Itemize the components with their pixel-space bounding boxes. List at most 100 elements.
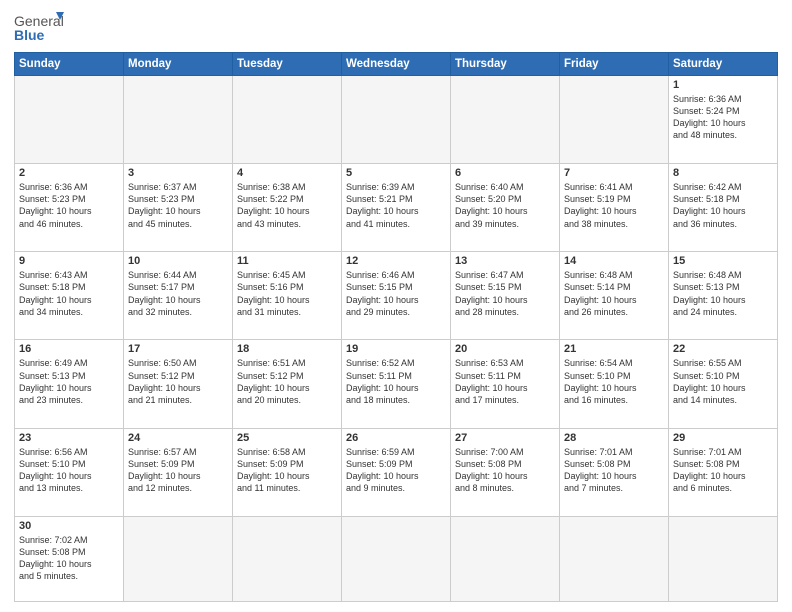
- calendar-cell: 11Sunrise: 6:45 AMSunset: 5:16 PMDayligh…: [233, 252, 342, 340]
- day-info: Sunrise: 6:40 AMSunset: 5:20 PMDaylight:…: [455, 181, 555, 230]
- calendar-cell: 22 Sunrise: 6:55 AMSunset: 5:10 PMDayligh…: [669, 340, 778, 428]
- calendar-cell: 20 Sunrise: 6:53 AMSunset: 5:11 PMDayligh…: [451, 340, 560, 428]
- week-row-1: 2Sunrise: 6:36 AMSunset: 5:23 PMDaylight…: [15, 164, 778, 252]
- day-info: Sunrise: 6:53 AMSunset: 5:11 PMDaylight:…: [455, 357, 555, 406]
- weekday-sunday: Sunday: [15, 53, 124, 76]
- day-info: Sunrise: 6:37 AMSunset: 5:23 PMDaylight:…: [128, 181, 228, 230]
- calendar-cell: 10Sunrise: 6:44 AMSunset: 5:17 PMDayligh…: [124, 252, 233, 340]
- header: General Blue: [14, 10, 778, 46]
- calendar-cell: 6 Sunrise: 6:40 AMSunset: 5:20 PMDaylight…: [451, 164, 560, 252]
- day-number: 30: [19, 520, 119, 532]
- calendar-cell: 21 Sunrise: 6:54 AMSunset: 5:10 PMDayligh…: [560, 340, 669, 428]
- day-info: Sunrise: 7:00 AMSunset: 5:08 PMDaylight:…: [455, 446, 555, 495]
- calendar-cell: 30 Sunrise: 7:02 AMSunset: 5:08 PMDayligh…: [15, 516, 124, 601]
- day-info: Sunrise: 6:49 AMSunset: 5:13 PMDaylight:…: [19, 357, 119, 406]
- day-number: 23: [19, 432, 119, 444]
- calendar-cell: 9Sunrise: 6:43 AMSunset: 5:18 PMDaylight…: [15, 252, 124, 340]
- day-info: Sunrise: 6:55 AMSunset: 5:10 PMDaylight:…: [673, 357, 773, 406]
- calendar-cell: 3 Sunrise: 6:37 AMSunset: 5:23 PMDaylight…: [124, 164, 233, 252]
- day-number: 22: [673, 343, 773, 355]
- day-info: Sunrise: 6:46 AMSunset: 5:15 PMDaylight:…: [346, 269, 446, 318]
- day-number: 5: [346, 167, 446, 179]
- weekday-monday: Monday: [124, 53, 233, 76]
- calendar-cell: [560, 76, 669, 164]
- day-info: Sunrise: 6:36 AMSunset: 5:24 PMDaylight:…: [673, 93, 773, 142]
- day-number: 1: [673, 79, 773, 91]
- week-row-5: 30 Sunrise: 7:02 AMSunset: 5:08 PMDayligh…: [15, 516, 778, 601]
- day-number: 14: [564, 255, 664, 267]
- calendar-cell: 17 Sunrise: 6:50 AMSunset: 5:12 PMDayligh…: [124, 340, 233, 428]
- calendar-cell: [342, 516, 451, 601]
- calendar-cell: [15, 76, 124, 164]
- svg-text:Blue: Blue: [14, 27, 45, 43]
- day-info: Sunrise: 7:01 AMSunset: 5:08 PMDaylight:…: [564, 446, 664, 495]
- day-info: Sunrise: 6:47 AMSunset: 5:15 PMDaylight:…: [455, 269, 555, 318]
- day-info: Sunrise: 6:54 AMSunset: 5:10 PMDaylight:…: [564, 357, 664, 406]
- page: General Blue SundayMondayTuesdayWednesda…: [0, 0, 792, 612]
- weekday-header-row: SundayMondayTuesdayWednesdayThursdayFrid…: [15, 53, 778, 76]
- calendar-cell: [669, 516, 778, 601]
- day-info: Sunrise: 6:39 AMSunset: 5:21 PMDaylight:…: [346, 181, 446, 230]
- day-info: Sunrise: 6:48 AMSunset: 5:13 PMDaylight:…: [673, 269, 773, 318]
- calendar-table: SundayMondayTuesdayWednesdayThursdayFrid…: [14, 52, 778, 602]
- calendar-cell: 5 Sunrise: 6:39 AMSunset: 5:21 PMDaylight…: [342, 164, 451, 252]
- calendar-cell: [233, 516, 342, 601]
- calendar-cell: 19Sunrise: 6:52 AMSunset: 5:11 PMDayligh…: [342, 340, 451, 428]
- calendar-cell: 26Sunrise: 6:59 AMSunset: 5:09 PMDayligh…: [342, 428, 451, 516]
- calendar-cell: [451, 516, 560, 601]
- weekday-friday: Friday: [560, 53, 669, 76]
- weekday-thursday: Thursday: [451, 53, 560, 76]
- day-info: Sunrise: 7:01 AMSunset: 5:08 PMDaylight:…: [673, 446, 773, 495]
- day-number: 7: [564, 167, 664, 179]
- day-info: Sunrise: 6:51 AMSunset: 5:12 PMDaylight:…: [237, 357, 337, 406]
- calendar-cell: 16 Sunrise: 6:49 AMSunset: 5:13 PMDayligh…: [15, 340, 124, 428]
- calendar-cell: 23Sunrise: 6:56 AMSunset: 5:10 PMDayligh…: [15, 428, 124, 516]
- day-number: 28: [564, 432, 664, 444]
- generalblue-logo-icon: General Blue: [14, 10, 64, 46]
- calendar-cell: 12 Sunrise: 6:46 AMSunset: 5:15 PMDayligh…: [342, 252, 451, 340]
- day-number: 2: [19, 167, 119, 179]
- calendar-cell: 28 Sunrise: 7:01 AMSunset: 5:08 PMDayligh…: [560, 428, 669, 516]
- logo: General Blue: [14, 10, 64, 46]
- weekday-wednesday: Wednesday: [342, 53, 451, 76]
- week-row-3: 16 Sunrise: 6:49 AMSunset: 5:13 PMDayligh…: [15, 340, 778, 428]
- day-number: 16: [19, 343, 119, 355]
- calendar-cell: [124, 516, 233, 601]
- day-number: 21: [564, 343, 664, 355]
- calendar-cell: 2Sunrise: 6:36 AMSunset: 5:23 PMDaylight…: [15, 164, 124, 252]
- weekday-saturday: Saturday: [669, 53, 778, 76]
- day-number: 20: [455, 343, 555, 355]
- day-info: Sunrise: 6:58 AMSunset: 5:09 PMDaylight:…: [237, 446, 337, 495]
- day-number: 17: [128, 343, 228, 355]
- day-number: 12: [346, 255, 446, 267]
- day-number: 6: [455, 167, 555, 179]
- day-info: Sunrise: 6:48 AMSunset: 5:14 PMDaylight:…: [564, 269, 664, 318]
- calendar-cell: 15Sunrise: 6:48 AMSunset: 5:13 PMDayligh…: [669, 252, 778, 340]
- calendar-cell: 1 Sunrise: 6:36 AMSunset: 5:24 PMDaylight…: [669, 76, 778, 164]
- day-number: 27: [455, 432, 555, 444]
- day-number: 8: [673, 167, 773, 179]
- week-row-4: 23Sunrise: 6:56 AMSunset: 5:10 PMDayligh…: [15, 428, 778, 516]
- calendar-cell: [342, 76, 451, 164]
- calendar-cell: [233, 76, 342, 164]
- day-number: 3: [128, 167, 228, 179]
- day-info: Sunrise: 7:02 AMSunset: 5:08 PMDaylight:…: [19, 534, 119, 583]
- calendar-cell: [560, 516, 669, 601]
- day-number: 11: [237, 255, 337, 267]
- day-number: 13: [455, 255, 555, 267]
- calendar-cell: 18 Sunrise: 6:51 AMSunset: 5:12 PMDayligh…: [233, 340, 342, 428]
- calendar-cell: [124, 76, 233, 164]
- weekday-tuesday: Tuesday: [233, 53, 342, 76]
- calendar-cell: 14 Sunrise: 6:48 AMSunset: 5:14 PMDayligh…: [560, 252, 669, 340]
- day-number: 18: [237, 343, 337, 355]
- day-info: Sunrise: 6:50 AMSunset: 5:12 PMDaylight:…: [128, 357, 228, 406]
- day-number: 4: [237, 167, 337, 179]
- day-number: 24: [128, 432, 228, 444]
- day-info: Sunrise: 6:59 AMSunset: 5:09 PMDaylight:…: [346, 446, 446, 495]
- day-number: 9: [19, 255, 119, 267]
- day-info: Sunrise: 6:38 AMSunset: 5:22 PMDaylight:…: [237, 181, 337, 230]
- day-number: 29: [673, 432, 773, 444]
- day-info: Sunrise: 6:41 AMSunset: 5:19 PMDaylight:…: [564, 181, 664, 230]
- calendar-cell: 29 Sunrise: 7:01 AMSunset: 5:08 PMDayligh…: [669, 428, 778, 516]
- calendar-cell: 24Sunrise: 6:57 AMSunset: 5:09 PMDayligh…: [124, 428, 233, 516]
